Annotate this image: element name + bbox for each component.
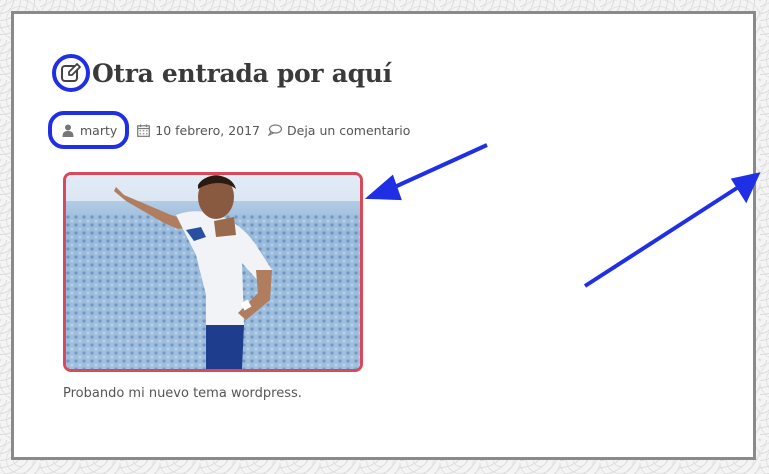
featured-image[interactable] bbox=[63, 172, 363, 372]
author-name[interactable]: marty bbox=[80, 123, 117, 138]
post-comments[interactable]: Deja un comentario bbox=[268, 123, 410, 138]
post-author[interactable]: marty bbox=[48, 111, 130, 149]
user-icon bbox=[62, 124, 74, 137]
post-date: 10 febrero, 2017 bbox=[137, 123, 260, 138]
post-date-text[interactable]: 10 febrero, 2017 bbox=[155, 123, 260, 138]
comments-link[interactable]: Deja un comentario bbox=[287, 123, 410, 138]
post-meta: marty 10 febrero, 2017 Deja un comentari… bbox=[48, 110, 410, 150]
football-player-image bbox=[66, 175, 360, 369]
calendar-icon bbox=[137, 124, 151, 137]
edit-icon[interactable] bbox=[52, 54, 90, 92]
post-title-row: Otra entrada por aquí bbox=[52, 50, 392, 96]
comment-icon bbox=[268, 124, 283, 136]
post-excerpt: Probando mi nuevo tema wordpress. bbox=[63, 386, 302, 401]
post-title[interactable]: Otra entrada por aquí bbox=[92, 59, 392, 88]
